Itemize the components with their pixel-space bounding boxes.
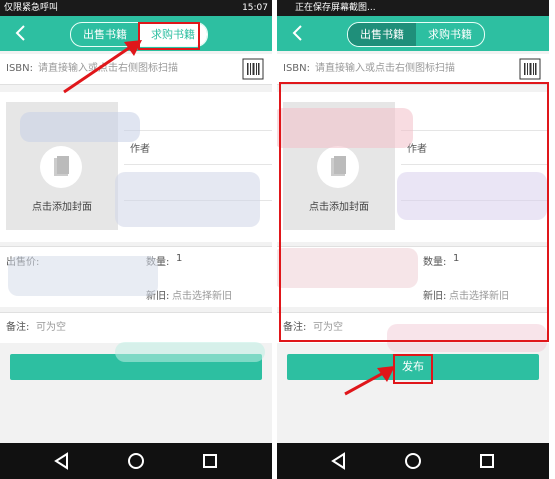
quantity-value[interactable]: 1 — [176, 253, 182, 264]
nav-bar — [277, 443, 549, 479]
blurred-region — [115, 172, 260, 227]
tab-sell-books[interactable]: 出售书籍 — [348, 23, 416, 46]
arrow-annotation-icon — [63, 40, 142, 94]
back-arrow-icon[interactable] — [10, 22, 32, 44]
barcode-scan-icon[interactable] — [242, 58, 264, 80]
nav-home-icon[interactable] — [126, 451, 146, 471]
isbn-label: ISBN: — [283, 63, 311, 74]
left-screen: 仅限紧急呼叫 15:07 出售书籍 求购书籍 ISBN: 请直接输入或点击右侧图… — [0, 0, 272, 479]
nav-recent-icon[interactable] — [200, 451, 220, 471]
nav-recent-icon[interactable] — [477, 451, 497, 471]
blurred-region — [20, 112, 140, 142]
back-arrow-icon[interactable] — [287, 22, 309, 44]
divider — [124, 130, 272, 131]
status-bar: 正在保存屏幕截图... — [277, 0, 549, 16]
status-time: 15:07 — [242, 3, 268, 13]
status-bar: 仅限紧急呼叫 15:07 — [0, 0, 272, 16]
add-cover-label: 点击添加封面 — [32, 202, 92, 213]
right-screen: 正在保存屏幕截图... 出售书籍 求购书籍 ISBN: 请直接输入或点击右侧图标… — [277, 0, 549, 479]
arrow-annotation-icon — [344, 366, 395, 396]
tab-buy-books[interactable]: 求购书籍 — [416, 23, 484, 46]
author-label: 作者 — [130, 144, 150, 155]
highlight-box — [138, 22, 200, 50]
nav-bar — [0, 443, 272, 479]
isbn-label: ISBN: — [6, 63, 34, 74]
tab-group: 出售书籍 求购书籍 — [347, 22, 485, 47]
note-label: 备注: — [6, 322, 30, 333]
top-bar: 出售书籍 求购书籍 — [277, 16, 549, 51]
condition-select[interactable]: 点击选择新旧 — [172, 287, 232, 302]
blurred-region — [8, 256, 158, 296]
note-input[interactable]: 可为空 — [36, 313, 66, 343]
divider — [124, 164, 272, 165]
book-icon — [40, 146, 82, 188]
nav-back-icon[interactable] — [52, 451, 72, 471]
isbn-input[interactable]: 请直接输入或点击右侧图标扫描 — [315, 54, 455, 84]
highlight-box — [279, 82, 549, 342]
nav-home-icon[interactable] — [403, 451, 423, 471]
note-row[interactable]: 备注: 可为空 — [0, 312, 272, 343]
isbn-row[interactable]: ISBN: 请直接输入或点击右侧图标扫描 — [277, 54, 549, 85]
barcode-scan-icon[interactable] — [519, 58, 541, 80]
blurred-region — [115, 342, 265, 362]
nav-back-icon[interactable] — [329, 451, 349, 471]
status-text: 正在保存屏幕截图... — [295, 3, 376, 13]
status-text: 仅限紧急呼叫 — [4, 3, 59, 13]
